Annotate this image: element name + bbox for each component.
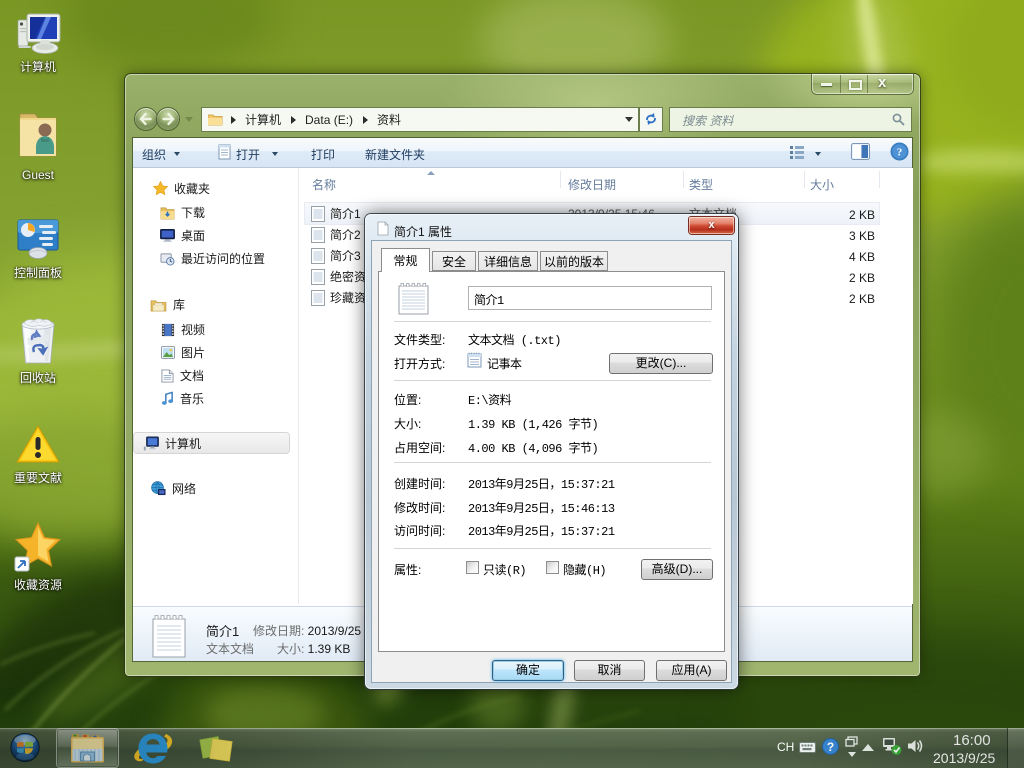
svg-text:?: ? [897, 147, 903, 159]
svg-text:?: ? [827, 740, 834, 754]
